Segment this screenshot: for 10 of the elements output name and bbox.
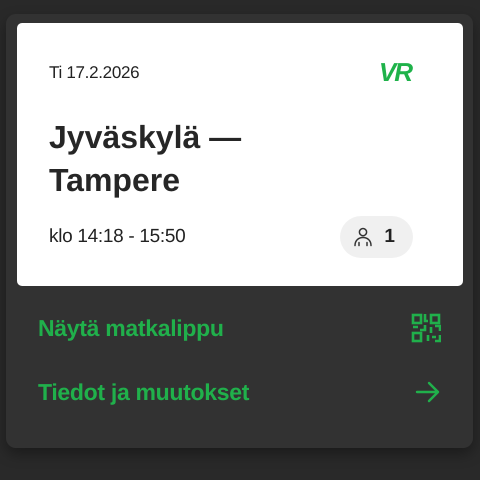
arrow-right-icon bbox=[415, 381, 441, 403]
action-link[interactable]: Tiedot ja muutokset bbox=[38, 370, 441, 414]
route-title: Jyväskylä — Tampere bbox=[49, 118, 242, 200]
logo: VR bbox=[378, 57, 411, 88]
trip-time: klo 14:18 - 15:50 bbox=[49, 226, 186, 248]
person-icon bbox=[352, 226, 374, 248]
passenger-badge: 1 bbox=[340, 216, 413, 258]
trip-date: Ti 17.2.2026 bbox=[49, 62, 140, 82]
qr-code-icon bbox=[411, 313, 441, 343]
action-link[interactable]: Näytä matkalippu bbox=[38, 306, 441, 350]
